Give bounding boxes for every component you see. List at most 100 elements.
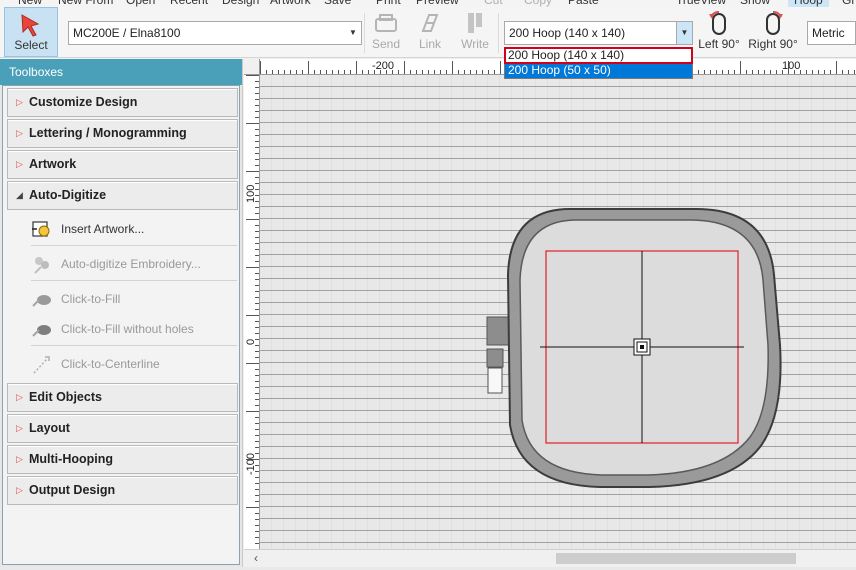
- expand-triangle-icon: ▷: [16, 97, 23, 107]
- collapse-triangle-icon: ◢: [16, 190, 23, 200]
- ruler-left-label: 100: [245, 185, 257, 203]
- write-usb-icon: [468, 13, 482, 33]
- ruler-left-ticks: 100 0 -100: [245, 75, 259, 544]
- item-label: Click-to-Fill: [61, 292, 121, 306]
- section-customize-design[interactable]: ▷ Customize Design: [7, 88, 238, 117]
- hoop-option-selected[interactable]: 200 Hoop (50 x 50): [505, 63, 692, 78]
- hoop-select-value: 200 Hoop (140 x 140): [509, 26, 626, 40]
- scroll-left-icon[interactable]: ‹: [254, 551, 258, 565]
- auto-digitize-item[interactable]: Auto-digitize Embroidery...: [31, 249, 236, 279]
- menu-item[interactable]: Artwork: [270, 0, 311, 7]
- ruler-top-label: 100: [782, 60, 800, 72]
- rotate-right-icon: [766, 11, 783, 35]
- click-to-centerline-icon: [33, 356, 50, 374]
- menu-item[interactable]: Preview: [416, 0, 459, 7]
- ribbon-separator: [498, 13, 499, 53]
- send-machine-icon: [375, 14, 397, 32]
- menu-item[interactable]: Print: [376, 0, 401, 7]
- insert-artwork-item[interactable]: Insert Artwork...: [31, 214, 236, 244]
- ruler-left: 100 0 -100: [244, 75, 260, 549]
- scroll-thumb[interactable]: [556, 553, 796, 564]
- hoop-clamp: [487, 367, 503, 394]
- menu-item[interactable]: Show: [740, 0, 770, 7]
- expand-triangle-icon: ▷: [16, 423, 23, 433]
- section-label: Output Design: [29, 483, 116, 497]
- menu-item[interactable]: Paste: [568, 0, 599, 7]
- section-lettering[interactable]: ▷ Lettering / Monogramming: [7, 119, 238, 148]
- rotate-left-90-button[interactable]: Left 90°: [696, 7, 742, 57]
- menu-strip: New New From Open Recent Design Artwork Save Pr…: [0, 0, 856, 7]
- click-to-fill-item[interactable]: Click-to-Fill: [31, 284, 236, 314]
- click-to-fill-icon: [32, 295, 51, 307]
- section-layout[interactable]: ▷ Layout: [7, 414, 238, 443]
- menu-item[interactable]: Design: [222, 0, 259, 7]
- expand-triangle-icon: ▷: [16, 454, 23, 464]
- toolbox-title: Toolboxes: [0, 59, 242, 85]
- item-divider: [31, 280, 237, 281]
- chevron-down-icon[interactable]: ▼: [345, 22, 361, 44]
- expand-triangle-icon: ▷: [16, 485, 23, 495]
- machine-select-value: MC200E / Elna8100: [73, 26, 181, 40]
- write-button[interactable]: Write: [456, 7, 494, 57]
- ribbon-separator: [364, 13, 365, 53]
- toolbox-body: ▷ Customize Design ▷ Lettering / Monogra…: [2, 85, 240, 565]
- item-divider: [31, 245, 237, 246]
- ruler-corner[interactable]: [244, 59, 260, 75]
- hoop-dropdown-list: 200 Hoop (140 x 140) 200 Hoop (50 x 50): [504, 47, 693, 79]
- menu-item[interactable]: New: [18, 0, 42, 7]
- click-to-fill-no-holes-item[interactable]: Click-to-Fill without holes: [31, 314, 236, 344]
- hoop-center-marker[interactable]: [633, 338, 651, 356]
- section-edit-objects[interactable]: ▷ Edit Objects: [7, 383, 238, 412]
- menu-item[interactable]: New From: [58, 0, 113, 7]
- menu-item[interactable]: Cut: [484, 0, 503, 7]
- ribbon-toolbar: Select MC200E / Elna8100 ▼ Send Link Wri…: [0, 7, 856, 58]
- section-auto-digitize[interactable]: ◢ Auto-Digitize: [7, 181, 238, 210]
- hoop-drawing: [486, 208, 782, 488]
- ruler-top-label: -200: [372, 60, 394, 72]
- design-canvas[interactable]: [260, 75, 856, 549]
- item-label: Click-to-Centerline: [61, 357, 160, 371]
- section-output-design[interactable]: ▷ Output Design: [7, 476, 238, 505]
- section-artwork[interactable]: ▷ Artwork: [7, 150, 238, 179]
- section-label: Artwork: [29, 157, 77, 171]
- chevron-down-icon[interactable]: ▼: [676, 22, 692, 44]
- rotate-right-label: Right 90°: [748, 37, 798, 51]
- menu-item[interactable]: Open: [126, 0, 155, 7]
- select-button[interactable]: Select: [4, 7, 58, 57]
- hoop-clamp: [486, 316, 512, 346]
- units-select[interactable]: Metric: [807, 21, 856, 45]
- link-button[interactable]: Link: [412, 7, 448, 57]
- expand-triangle-icon: ▷: [16, 159, 23, 169]
- send-button[interactable]: Send: [368, 7, 404, 57]
- rotate-left-label: Left 90°: [698, 37, 740, 51]
- menu-item[interactable]: TrueView: [676, 0, 726, 7]
- section-label: Layout: [29, 421, 70, 435]
- horizontal-scrollbar[interactable]: ‹: [244, 549, 856, 567]
- section-label: Auto-Digitize: [29, 188, 107, 202]
- expand-triangle-icon: ▷: [16, 128, 23, 138]
- machine-select[interactable]: MC200E / Elna8100 ▼: [68, 21, 362, 45]
- rotate-right-90-button[interactable]: Right 90°: [746, 7, 800, 57]
- link-icon: [421, 14, 439, 32]
- send-button-label: Send: [371, 37, 401, 51]
- expand-triangle-icon: ▷: [16, 392, 23, 402]
- menu-item[interactable]: Save: [324, 0, 351, 7]
- hoop-select[interactable]: 200 Hoop (140 x 140) ▼: [504, 21, 693, 45]
- link-button-label: Link: [418, 37, 441, 51]
- section-label: Edit Objects: [29, 390, 102, 404]
- menu-item[interactable]: Recent: [170, 0, 208, 7]
- hoop-clamp: [486, 348, 504, 368]
- select-button-label: Select: [14, 38, 48, 52]
- rotate-left-icon: [709, 11, 726, 35]
- toolbox-panel: Toolboxes ▷ Customize Design ▷ Lettering…: [0, 59, 243, 567]
- section-multi-hooping[interactable]: ▷ Multi-Hooping: [7, 445, 238, 474]
- menu-item[interactable]: Hoop: [788, 0, 829, 7]
- menu-item[interactable]: Gr: [842, 0, 855, 7]
- hoop-option[interactable]: 200 Hoop (140 x 140): [504, 47, 693, 64]
- units-select-value: Metric: [812, 26, 845, 40]
- item-divider: [31, 345, 237, 346]
- item-label: Auto-digitize Embroidery...: [61, 257, 201, 271]
- menu-item[interactable]: Copy: [524, 0, 552, 7]
- write-button-label: Write: [461, 37, 489, 51]
- click-to-centerline-item[interactable]: Click-to-Centerline: [31, 349, 236, 379]
